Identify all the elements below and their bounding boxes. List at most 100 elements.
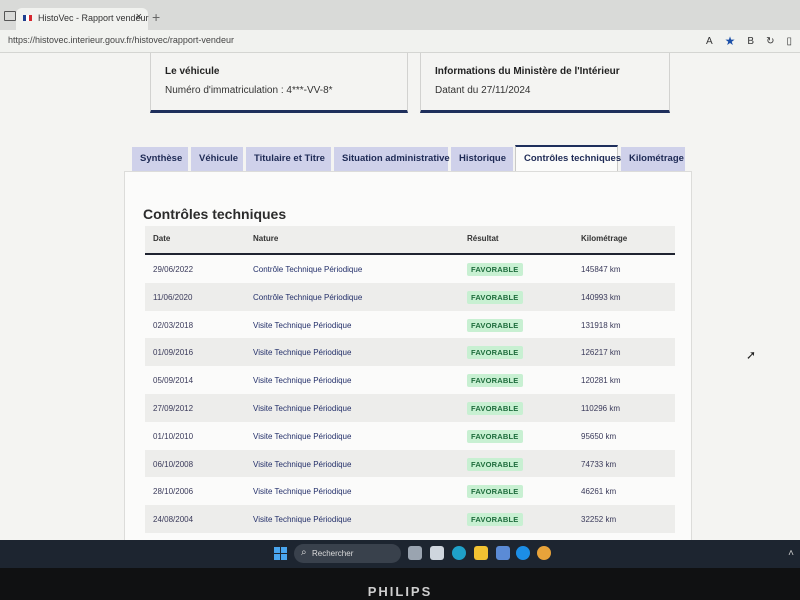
search-icon: ⌕: [301, 547, 307, 558]
monitor-brand-logo: PHILIPS: [367, 584, 433, 599]
section-title: Contrôles techniques: [143, 206, 287, 222]
edge-icon[interactable]: [452, 546, 466, 560]
profile-b-icon[interactable]: B: [747, 36, 754, 47]
browser-tab-bar: HistoVec - Rapport vendeur × +: [0, 0, 800, 30]
table-header: Date Nature Résultat Kilométrage: [145, 226, 675, 255]
tab-controles-techniques[interactable]: Contrôles techniques: [515, 145, 621, 172]
row-date: 24/08/2004: [153, 515, 194, 525]
row-date: 01/10/2010: [153, 431, 194, 441]
split-screen-icon[interactable]: ▯: [786, 36, 792, 47]
taskbar-search[interactable]: ⌕ Rechercher: [294, 544, 401, 563]
row-km: 110296 km: [581, 403, 620, 413]
row-nature: Visite Technique Périodique: [253, 403, 352, 413]
row-date: 29/06/2022: [153, 265, 194, 274]
url-text[interactable]: https://histovec.interieur.gouv.fr/histo…: [8, 35, 234, 45]
tab-situation-administrative[interactable]: Situation administrative: [334, 147, 450, 171]
widgets-icon[interactable]: [430, 546, 444, 560]
tab-historique[interactable]: Historique: [451, 147, 513, 171]
row-km: 131918 km: [581, 320, 621, 330]
screen: HistoVec - Rapport vendeur × + https://h…: [0, 0, 800, 568]
table-row: 29/06/2022 Contrôle Technique Périodique…: [145, 255, 675, 283]
tab-titulaire-et-titre[interactable]: Titulaire et Titre: [246, 147, 331, 171]
row-km: 140993 km: [581, 292, 621, 302]
table-row: 24/08/2004 Visite Technique Périodique F…: [145, 505, 675, 533]
table-row: 02/03/2018 Visite Technique Périodique F…: [145, 311, 675, 339]
row-date: 02/03/2018: [153, 320, 194, 330]
monitor-bezel: PHILIPS: [0, 568, 800, 600]
refresh-icon[interactable]: ↻: [766, 36, 774, 47]
file-explorer-icon[interactable]: [474, 546, 488, 560]
column-header-result: Résultat: [467, 234, 499, 243]
row-nature: Contrôle Technique Périodique: [253, 265, 363, 274]
result-badge: FAVORABLE: [467, 513, 523, 527]
favorite-star-icon[interactable]: ★: [725, 34, 736, 48]
controles-panel: Contrôles techniques Date Nature Résulta…: [124, 171, 692, 541]
favicon-flag-icon: [23, 15, 32, 21]
page-content: Le véhicule Numéro d'immatriculation : 4…: [0, 53, 800, 541]
vehicle-card-title: Le véhicule: [165, 66, 220, 77]
row-nature: Visite Technique Périodique: [253, 320, 352, 330]
table-row: 01/09/2016 Visite Technique Périodique F…: [145, 338, 675, 367]
column-header-date: Date: [153, 234, 171, 243]
row-nature: Visite Technique Périodique: [253, 348, 352, 358]
result-badge: FAVORABLE: [467, 429, 523, 443]
row-nature: Visite Technique Périodique: [253, 431, 352, 441]
table-row: 01/10/2010 Visite Technique Périodique F…: [145, 422, 675, 450]
result-badge: FAVORABLE: [467, 263, 523, 276]
window-menu-icon[interactable]: [4, 11, 16, 21]
result-badge: FAVORABLE: [467, 485, 523, 499]
row-nature: Visite Technique Périodique: [253, 487, 352, 497]
mouse-cursor-icon: ➚: [746, 348, 757, 362]
table-row: 28/10/2006 Visite Technique Périodique F…: [145, 477, 675, 505]
result-badge: FAVORABLE: [467, 457, 523, 471]
row-date: 01/09/2016: [153, 348, 194, 358]
system-tray-chevron-icon[interactable]: ˄: [788, 548, 794, 559]
taskbar: ⌕ Rechercher ˄: [0, 540, 800, 568]
windows-start-icon[interactable]: [274, 547, 287, 560]
report-tabs: Synthèse Véhicule Titulaire et Titre Sit…: [132, 145, 692, 172]
row-km: 46261 km: [581, 487, 617, 497]
tab-synthese[interactable]: Synthèse: [132, 147, 188, 171]
row-km: 32252 km: [581, 515, 617, 525]
row-km: 95650 km: [581, 431, 617, 441]
row-km: 126217 km: [581, 348, 621, 358]
chrome-icon[interactable]: [537, 546, 551, 560]
result-badge: FAVORABLE: [467, 318, 523, 332]
taskbar-search-placeholder: Rechercher: [312, 549, 354, 558]
table-row: 27/09/2012 Visite Technique Périodique F…: [145, 393, 675, 422]
row-date: 06/10/2008: [153, 459, 194, 469]
skype-icon[interactable]: [516, 546, 530, 560]
table-row: 05/09/2014 Visite Technique Périodique F…: [145, 366, 675, 394]
result-badge: FAVORABLE: [467, 346, 523, 360]
close-tab-icon[interactable]: ×: [136, 11, 142, 23]
controles-table: Date Nature Résultat Kilométrage 29/06/2…: [145, 226, 675, 533]
registration-number: Numéro d'immatriculation : 4***-VV-8*: [165, 85, 333, 96]
result-badge: FAVORABLE: [467, 401, 523, 415]
read-aloud-icon[interactable]: A: [706, 36, 713, 47]
vehicle-card: Le véhicule Numéro d'immatriculation : 4…: [150, 53, 408, 113]
row-nature: Visite Technique Périodique: [253, 515, 352, 525]
browser-toolbar: A ★ B ↻ ▯: [706, 34, 792, 48]
tab-vehicule[interactable]: Véhicule: [191, 147, 243, 171]
row-date: 28/10/2006: [153, 487, 194, 497]
column-header-km: Kilométrage: [581, 234, 628, 243]
column-header-nature: Nature: [253, 234, 279, 243]
address-bar[interactable]: https://histovec.interieur.gouv.fr/histo…: [0, 30, 800, 53]
new-tab-icon[interactable]: +: [152, 9, 160, 25]
row-date: 27/09/2012: [153, 403, 194, 413]
row-km: 145847 km: [581, 265, 621, 274]
store-icon[interactable]: [496, 546, 510, 560]
table-row: 11/06/2020 Contrôle Technique Périodique…: [145, 282, 675, 311]
row-nature: Contrôle Technique Périodique: [253, 292, 363, 302]
row-km: 120281 km: [581, 376, 621, 386]
result-badge: FAVORABLE: [467, 290, 523, 304]
browser-tab-title: HistoVec - Rapport vendeur: [38, 13, 149, 23]
tab-kilometrage[interactable]: Kilométrage: [621, 147, 685, 171]
ministry-card-title: Informations du Ministère de l'Intérieur: [435, 66, 620, 77]
task-view-icon[interactable]: [408, 546, 422, 560]
row-date: 05/09/2014: [153, 376, 194, 386]
row-nature: Visite Technique Périodique: [253, 459, 352, 469]
ministry-card: Informations du Ministère de l'Intérieur…: [420, 53, 670, 113]
browser-tab[interactable]: HistoVec - Rapport vendeur ×: [16, 8, 149, 30]
table-row: 06/10/2008 Visite Technique Périodique F…: [145, 449, 675, 478]
